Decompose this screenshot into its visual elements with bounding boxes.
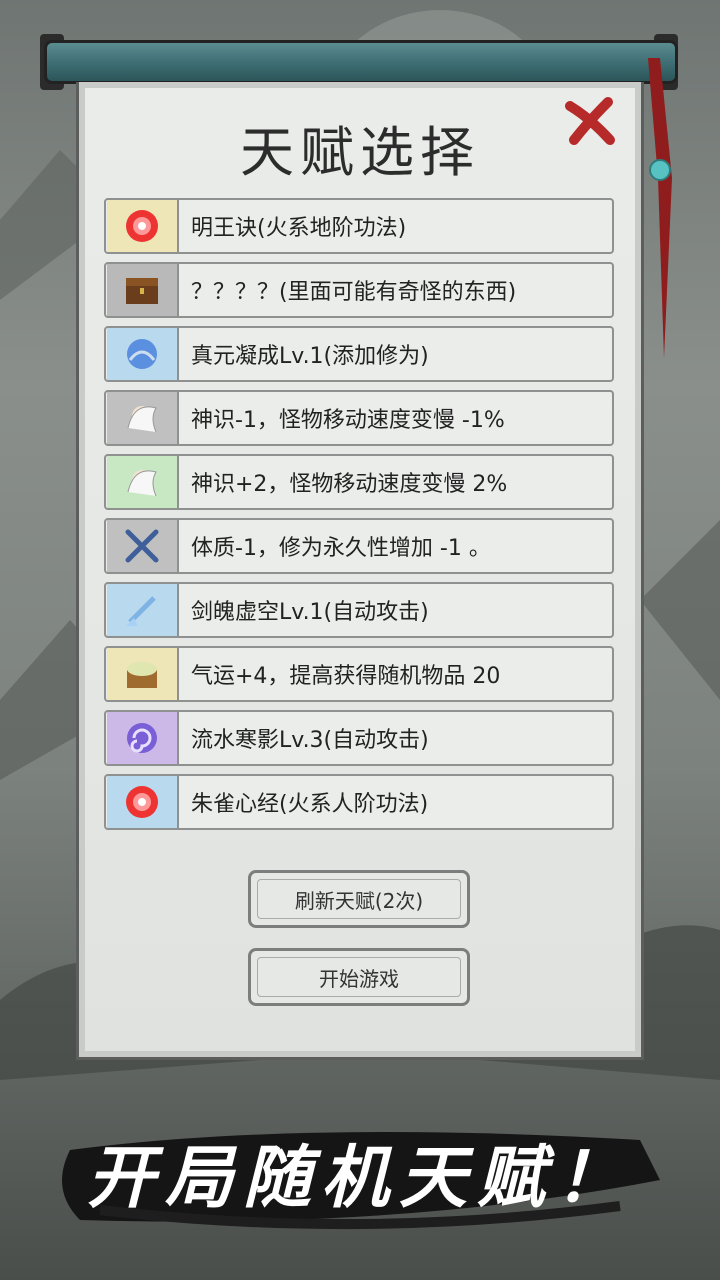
talent-label: 明王诀(火系地阶功法) (191, 216, 407, 241)
purple-vortex-icon (107, 712, 179, 764)
talent-row[interactable]: 朱雀心经(火系人阶功法) (104, 774, 614, 830)
talent-label: 神识+2，怪物移动速度变慢 2% (191, 472, 508, 497)
scroll-top-rod (44, 40, 678, 84)
ice-sword-icon (107, 584, 179, 636)
close-icon[interactable] (564, 96, 616, 148)
talent-label: 朱雀心经(火系人阶功法) (191, 792, 429, 817)
talent-label: 流水寒影Lv.3(自动攻击) (191, 728, 429, 753)
talent-row[interactable]: 真元凝成Lv.1(添加修为) (104, 326, 614, 382)
talent-row[interactable]: 神识+2，怪物移动速度变慢 2% (104, 454, 614, 510)
talent-row[interactable]: 气运+4，提高获得随机物品 20 (104, 646, 614, 702)
refresh-talent-button[interactable]: 刷新天赋(2次) (248, 870, 470, 928)
refresh-button-label: 刷新天赋(2次) (294, 888, 424, 913)
talent-label: 剑魄虚空Lv.1(自动攻击) (191, 600, 429, 625)
talent-label: 气运+4，提高获得随机物品 20 (191, 664, 501, 689)
slogan-text: 开局随机天赋！ (86, 1138, 633, 1218)
talent-row[interactable]: 剑魄虚空Lv.1(自动攻击) (104, 582, 614, 638)
talent-row[interactable]: ？？？？(里面可能有奇怪的东西) (104, 262, 614, 318)
talent-label: 体质-1，修为永久性增加 -1 。 (191, 536, 491, 561)
chest-icon (107, 264, 179, 316)
talent-row[interactable]: 流水寒影Lv.3(自动攻击) (104, 710, 614, 766)
start-button-label: 开始游戏 (319, 966, 399, 991)
talent-label: 真元凝成Lv.1(添加修为) (191, 344, 429, 369)
talent-row[interactable]: 明王诀(火系地阶功法) (104, 198, 614, 254)
talent-row[interactable]: 神识-1，怪物移动速度变慢 -1% (104, 390, 614, 446)
treasure-chest-icon (107, 648, 179, 700)
white-hair-avatar-icon (107, 392, 179, 444)
red-orb-icon (107, 776, 179, 828)
blue-orb-icon (107, 328, 179, 380)
red-orb-icon (107, 200, 179, 252)
talent-label: ？？？？(里面可能有奇怪的东西) (191, 280, 517, 305)
tassel-icon (648, 58, 672, 358)
white-hair-avatar-icon (107, 456, 179, 508)
talent-row[interactable]: 体质-1，修为永久性增加 -1 。 (104, 518, 614, 574)
talent-label: 神识-1，怪物移动速度变慢 -1% (191, 408, 505, 433)
crossed-swords-icon (107, 520, 179, 572)
start-game-button[interactable]: 开始游戏 (248, 948, 470, 1006)
